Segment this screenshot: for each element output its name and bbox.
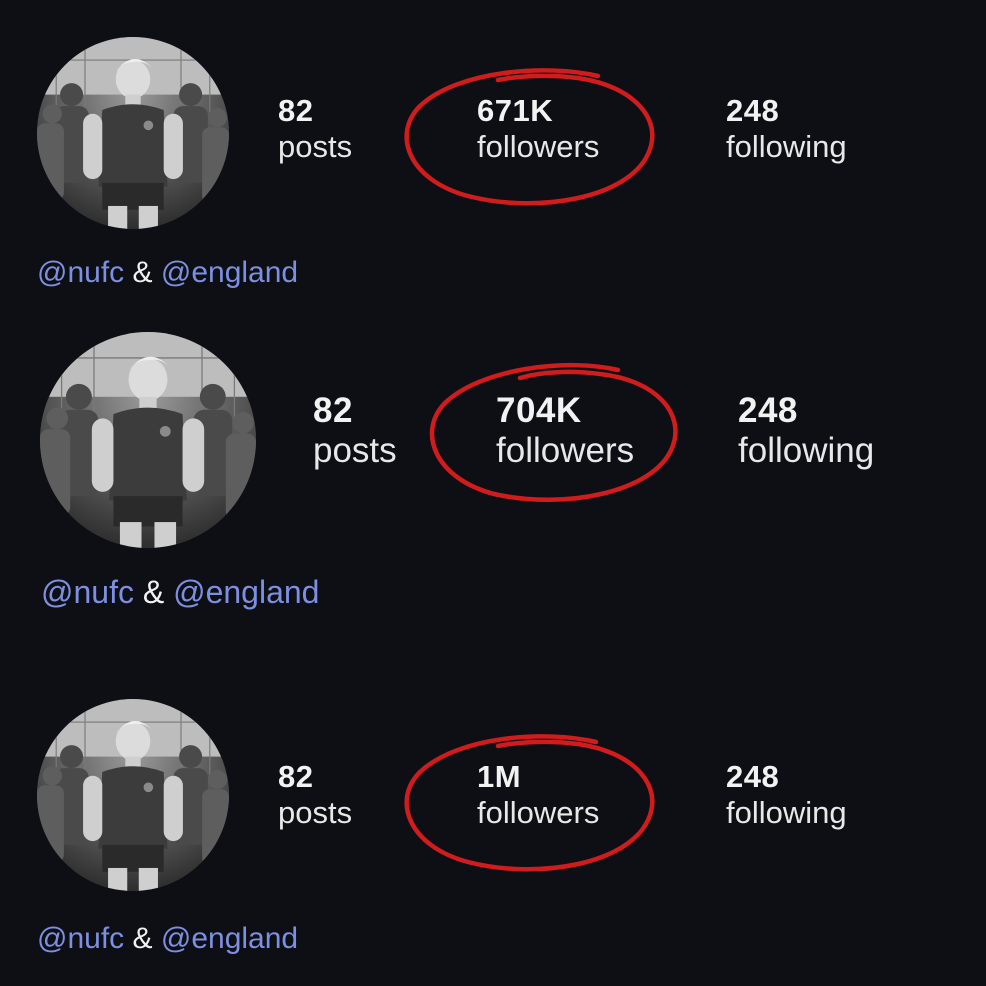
posts-stat[interactable]: 82 posts (313, 391, 397, 472)
posts-stat[interactable]: 82 posts (278, 93, 352, 164)
bio-ampersand: & (142, 574, 165, 610)
following-label: following (738, 431, 875, 471)
following-label: following (726, 128, 847, 164)
following-stat[interactable]: 248 following (726, 759, 847, 830)
posts-stat[interactable]: 82 posts (278, 759, 352, 830)
mention-link-england[interactable]: @england (173, 574, 319, 610)
profile-avatar[interactable] (40, 332, 256, 548)
profile-block-2: 82 posts 704K followers 248 following @n… (0, 320, 986, 680)
bio-ampersand: & (132, 922, 153, 955)
posts-label: posts (278, 128, 353, 164)
posts-count: 82 (313, 391, 353, 430)
bio-line: @nufc & @england (37, 922, 298, 956)
mention-link-england[interactable]: @england (161, 256, 298, 289)
following-label: following (726, 794, 847, 830)
profile-avatar[interactable] (37, 37, 229, 229)
bio-line: @nufc & @england (41, 574, 319, 611)
posts-count: 82 (278, 93, 314, 128)
following-count: 248 (726, 93, 780, 128)
mention-link-nufc[interactable]: @nufc (37, 922, 124, 955)
followers-count: 671K (477, 93, 554, 128)
following-stat[interactable]: 248 following (726, 93, 847, 164)
profile-photo-icon (37, 699, 229, 891)
profile-block-1: 82 posts 671K followers 248 following @n… (0, 0, 986, 320)
posts-label: posts (313, 431, 397, 471)
posts-label: posts (278, 794, 353, 830)
followers-label: followers (477, 794, 600, 830)
profile-photo-icon (37, 37, 229, 229)
followers-stat[interactable]: 704K followers (496, 391, 634, 472)
following-count: 248 (738, 391, 798, 430)
profile-avatar[interactable] (37, 699, 229, 891)
followers-label: followers (477, 128, 600, 164)
followers-stat[interactable]: 671K followers (477, 93, 599, 164)
bio-line: @nufc & @england (37, 256, 298, 290)
profile-block-3: 82 posts 1M followers 248 following @nuf… (0, 680, 986, 986)
bio-ampersand: & (132, 256, 153, 289)
following-stat[interactable]: 248 following (738, 391, 874, 472)
following-count: 248 (726, 759, 780, 794)
posts-count: 82 (278, 759, 314, 794)
mention-link-nufc[interactable]: @nufc (41, 574, 134, 610)
followers-count: 1M (477, 759, 522, 794)
mention-link-england[interactable]: @england (161, 922, 298, 955)
mention-link-nufc[interactable]: @nufc (37, 256, 124, 289)
followers-label: followers (496, 431, 635, 471)
followers-stat[interactable]: 1M followers (477, 759, 599, 830)
profile-photo-icon (40, 332, 256, 548)
followers-count: 704K (496, 391, 582, 430)
